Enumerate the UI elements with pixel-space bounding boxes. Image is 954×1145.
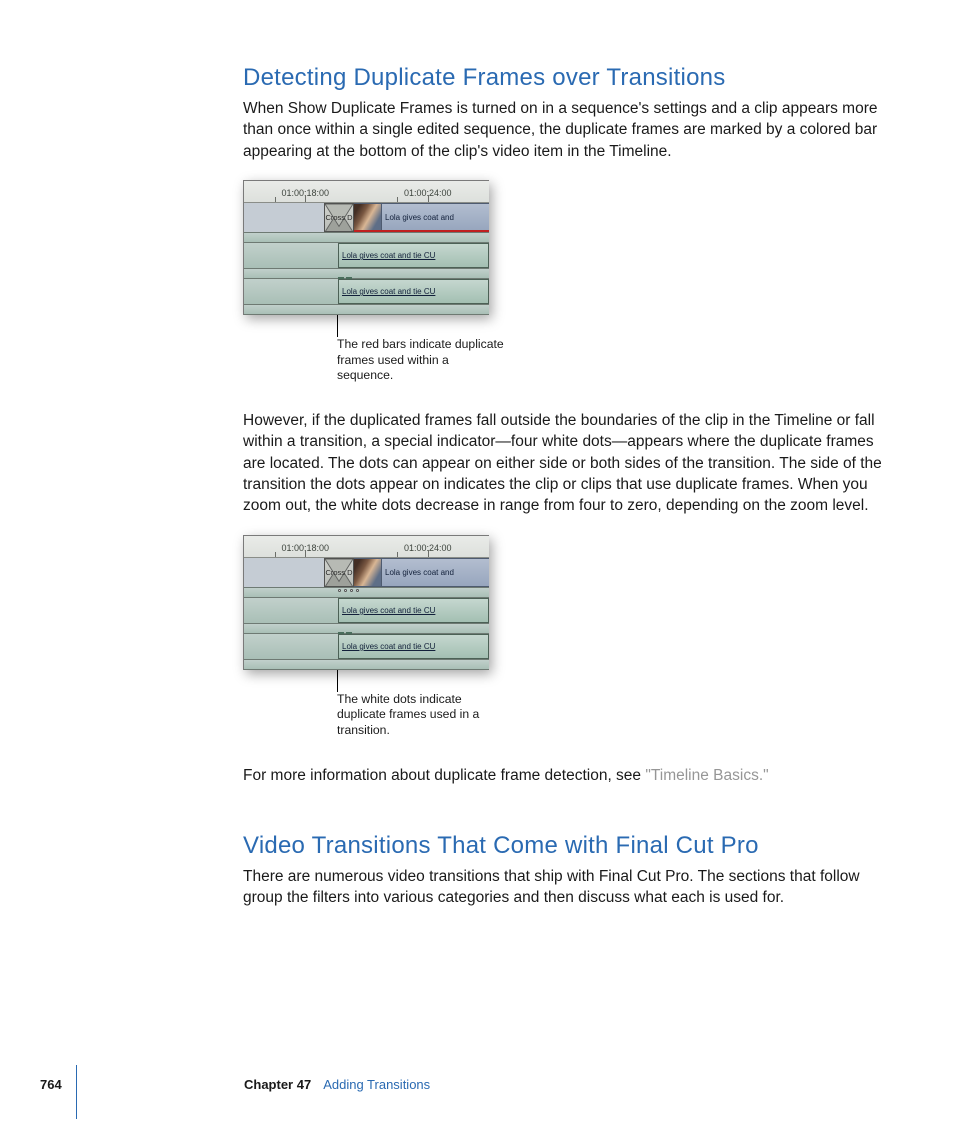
track-gap [244,660,489,670]
para-dup-2: However, if the duplicated frames fall o… [243,410,892,517]
clip-thumbnail [354,559,382,586]
track-gap [244,233,489,243]
timeline-ruler: 01:00:18:00 01:00:24:00 [244,536,489,558]
audio-clip: Lola gives coat and tie CU [338,634,489,659]
audio-track-1: Lola gives coat and tie CU [244,243,489,269]
audio-track-2: Lola gives coat and tie CU [244,279,489,305]
figure-caption: The red bars indicate duplicate frames u… [337,337,507,384]
audio-clip: Lola gives coat and tie CU [338,598,489,623]
transition-clip: Cross D [324,558,354,587]
audio-track-2: Lola gives coat and tie CU [244,634,489,660]
section-heading-video-transitions: Video Transitions That Come with Final C… [243,832,892,860]
video-track: Cross D Lola gives coat and [244,203,489,233]
timecode-a: 01:00:18:00 [244,536,367,557]
audio-clip: Lola gives coat and tie CU [338,279,489,304]
footer-rule [76,1065,77,1119]
callout-leader-line [337,670,432,692]
timecode-b: 01:00:24:00 [367,536,490,557]
clip-thumbnail [354,204,382,230]
figure-duplicate-white-dots: 01:00:18:00 01:00:24:00 Cross D Lola giv… [243,535,892,739]
video-clip: Lola gives coat and [354,203,489,232]
chapter-title: Adding Transitions [323,1077,430,1092]
track-gap [244,269,489,279]
chapter-label: Chapter 47 [244,1077,311,1092]
track-gap [244,305,489,315]
audio-track-1: Lola gives coat and tie CU [244,598,489,624]
track-gap [244,588,489,598]
xref-timeline-basics[interactable]: "Timeline Basics." [645,767,768,784]
figure-duplicate-red-bars: 01:00:18:00 01:00:24:00 Cross D Lola giv… [243,180,892,384]
transition-clip: Cross D [324,203,354,232]
para-dup-3: For more information about duplicate fra… [243,765,892,786]
section-heading-duplicate-frames: Detecting Duplicate Frames over Transiti… [243,64,892,92]
video-clip: Lola gives coat and [354,558,489,587]
timecode-a: 01:00:18:00 [244,181,367,202]
duplicate-white-dots-icon [338,589,359,592]
track-gap [244,624,489,634]
callout-leader-line [337,315,432,337]
para-vtrans-1: There are numerous video transitions tha… [243,866,892,909]
audio-clip: Lola gives coat and tie CU [338,243,489,268]
para-dup-1: When Show Duplicate Frames is turned on … [243,98,892,162]
page-footer: 764 Chapter 47 Adding Transitions [0,1077,954,1099]
timecode-b: 01:00:24:00 [367,181,490,202]
timeline-ruler: 01:00:18:00 01:00:24:00 [244,181,489,203]
video-track: Cross D Lola gives coat and [244,558,489,588]
page-number: 764 [40,1077,62,1092]
figure-caption: The white dots indicate duplicate frames… [337,692,507,739]
